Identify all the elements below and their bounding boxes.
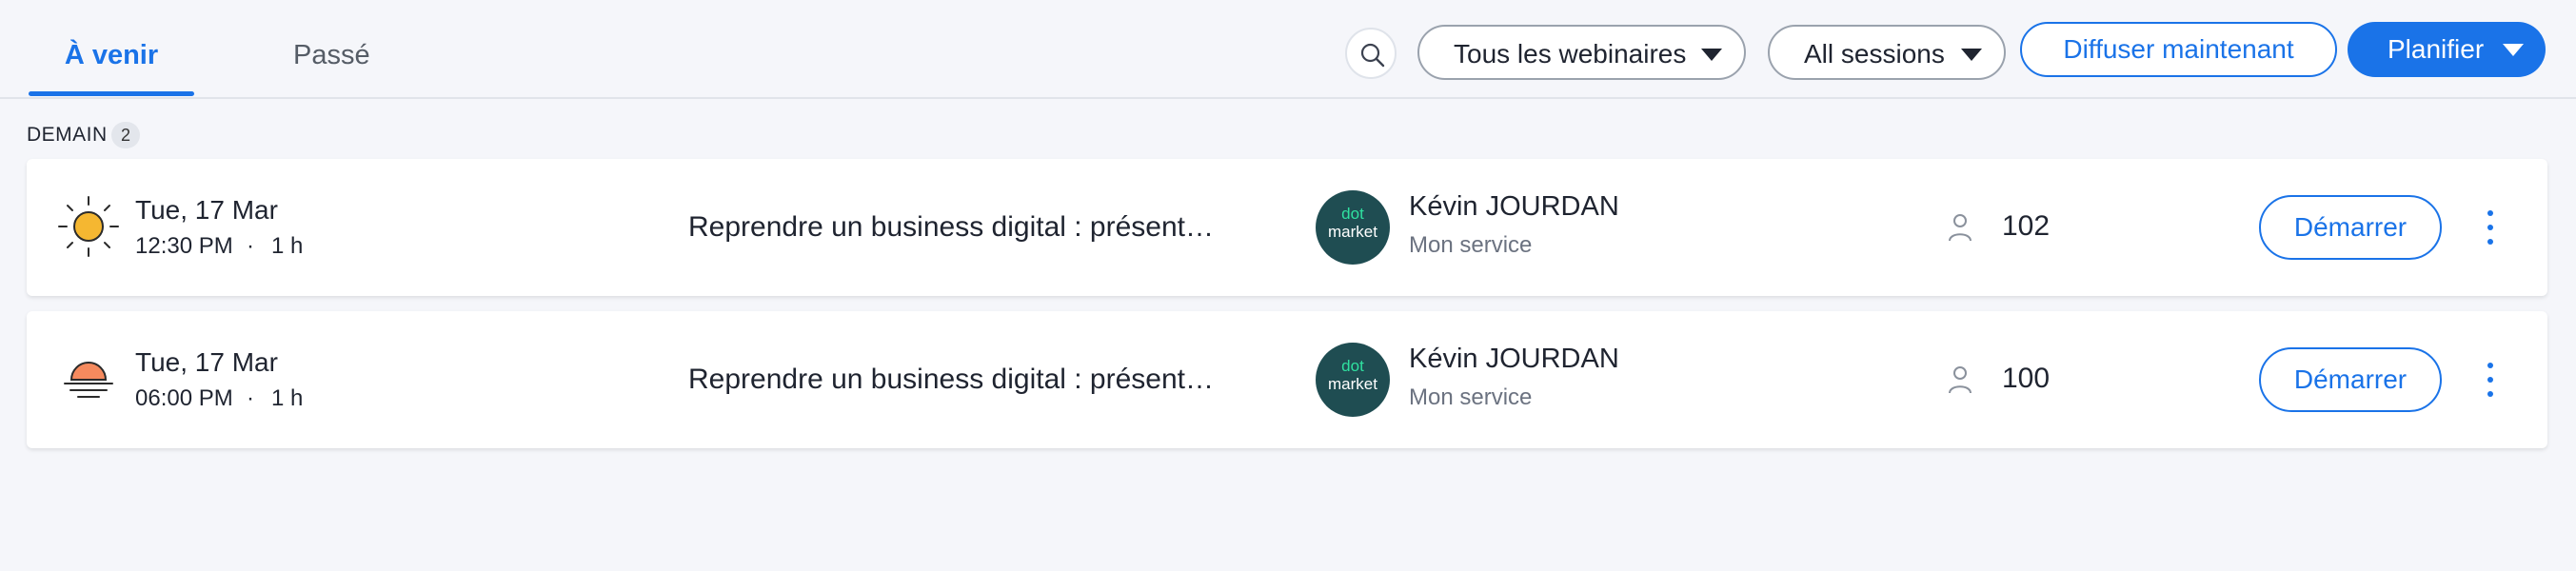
avatar-text-line2: market: [1328, 375, 1377, 393]
session-date: Tue, 17 Mar: [135, 195, 278, 225]
attendee-count: 100: [2002, 363, 2051, 394]
schedule-button-label: Planifier: [2388, 34, 2485, 64]
caret-down-icon: [1961, 49, 1982, 61]
avatar-text-line2: market: [1328, 223, 1377, 241]
session-time: 06:00 PM: [135, 385, 233, 411]
avatar-text-line1: dot: [1341, 357, 1364, 375]
session-date: Tue, 17 Mar: [135, 347, 278, 377]
person-icon: [1949, 366, 1972, 394]
host-avatar: dot market: [1316, 343, 1390, 417]
section-count-badge: 2: [111, 122, 140, 148]
session-title[interactable]: Reprendre un business digital : présent…: [688, 364, 1214, 396]
more-options-icon[interactable]: [2481, 208, 2500, 246]
separator-dot: ·: [247, 233, 254, 259]
attendee-count: 102: [2002, 210, 2051, 242]
avatar-text-line1: dot: [1341, 205, 1364, 223]
more-options-icon[interactable]: [2481, 361, 2500, 399]
section-label: DEMAIN: [27, 124, 108, 146]
start-button[interactable]: Démarrer: [2259, 195, 2442, 260]
webinar-filter-label: Tous les webinaires: [1454, 39, 1687, 69]
host-name: Kévin JOURDAN: [1409, 344, 1619, 374]
separator-dot: ·: [247, 385, 254, 411]
session-title[interactable]: Reprendre un business digital : présent…: [688, 211, 1214, 244]
person-icon: [1949, 214, 1972, 242]
top-bar: À venir Passé Tous les webinaires All se…: [0, 0, 2576, 99]
start-button[interactable]: Démarrer: [2259, 347, 2442, 412]
broadcast-now-button[interactable]: Diffuser maintenant: [2020, 22, 2337, 77]
host-avatar: dot market: [1316, 190, 1390, 265]
session-duration: 1 h: [271, 385, 304, 411]
session-time: 12:30 PM: [135, 233, 233, 259]
host-service: Mon service: [1409, 384, 1533, 410]
host-name: Kévin JOURDAN: [1409, 191, 1619, 222]
host-service: Mon service: [1409, 232, 1533, 258]
session-row[interactable]: Tue, 17 Mar 06:00 PM · 1 h Reprendre un …: [27, 311, 2547, 448]
sunset-icon: [64, 362, 113, 398]
tab-past[interactable]: Passé: [293, 40, 370, 71]
caret-down-icon: [2503, 44, 2524, 56]
search-icon: [1360, 43, 1385, 68]
session-row[interactable]: Tue, 17 Mar 12:30 PM · 1 h Reprendre un …: [27, 159, 2547, 296]
webinar-filter-select[interactable]: Tous les webinaires: [1417, 25, 1746, 80]
active-tab-indicator: [29, 91, 194, 96]
caret-down-icon: [1701, 49, 1722, 61]
session-filter-label: All sessions: [1804, 39, 1945, 69]
session-duration: 1 h: [271, 233, 304, 259]
session-filter-select[interactable]: All sessions: [1768, 25, 2006, 80]
search-button[interactable]: [1345, 28, 1397, 79]
tab-upcoming[interactable]: À venir: [29, 40, 194, 71]
schedule-button[interactable]: Planifier: [2348, 22, 2546, 77]
sun-icon: [58, 196, 119, 257]
